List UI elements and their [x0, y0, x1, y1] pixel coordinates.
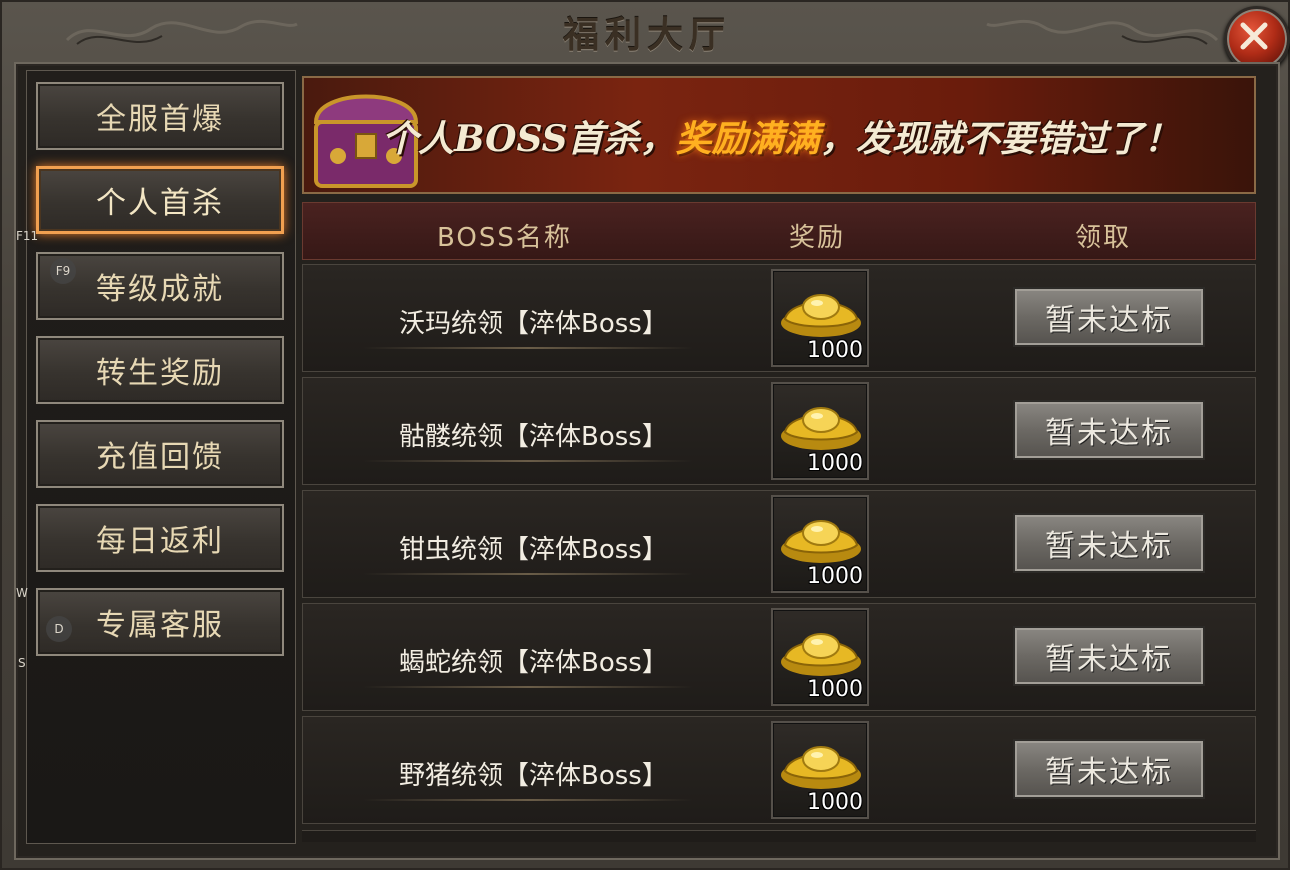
table-row: 野猪统领【淬体Boss】 1000 暂未达标: [302, 716, 1256, 824]
row-divider: [363, 686, 693, 688]
sidebar-item-recharge-rebate[interactable]: 充值回馈: [36, 420, 284, 488]
reward-slot[interactable]: 1000: [771, 721, 869, 819]
boss-name: 骷髅统领【淬体Boss】: [399, 422, 668, 452]
gold-ingot-icon: [781, 746, 861, 789]
table-row: 骷髅统领【淬体Boss】 1000 暂未达标: [302, 377, 1256, 485]
row-divider: [363, 799, 693, 801]
banner-text-highlight: 奖励满满: [675, 118, 820, 160]
table-header: BOSS名称 奖励 领取: [302, 202, 1256, 260]
sidebar-item-rebirth-reward[interactable]: 转生奖励: [36, 336, 284, 404]
reward-count: 1000: [807, 564, 863, 589]
reward-slot[interactable]: 1000: [771, 495, 869, 593]
table-row: 蝎蛇统领【淬体Boss】 1000 暂未达标: [302, 603, 1256, 711]
row-divider: [363, 347, 693, 349]
row-divider: [363, 460, 693, 462]
gold-ingot-icon: [781, 407, 861, 450]
boss-name: 野猪统领【淬体Boss】: [399, 761, 668, 791]
boss-name: 沃玛统领【淬体Boss】: [399, 309, 668, 339]
row-divider: [363, 573, 693, 575]
sidebar-item-label: 转生奖励: [96, 356, 224, 391]
banner-text-before: 个人BOSS首杀，: [382, 118, 676, 160]
header-reward: 奖励: [789, 223, 846, 253]
reward-slot[interactable]: 1000: [771, 382, 869, 480]
key-hint-f11: F11: [16, 229, 39, 243]
banner-text-after: ，发现就不要错过了！: [819, 118, 1180, 160]
key-hint-w: W: [16, 586, 28, 600]
reward-count: 1000: [807, 677, 863, 702]
sidebar-item-label: 全服首爆: [96, 102, 224, 137]
close-icon: [1240, 22, 1268, 50]
sidebar-item-personal-first-kill[interactable]: 个人首杀: [36, 166, 284, 234]
sidebar-item-customer-service[interactable]: 专属客服: [36, 588, 284, 656]
sidebar-item-label: 充值回馈: [96, 440, 224, 475]
header-claim: 领取: [1075, 223, 1132, 253]
claim-button[interactable]: 暂未达标: [1013, 739, 1205, 799]
reward-count: 1000: [807, 451, 863, 476]
sidebar-item-server-first-drop[interactable]: 全服首爆: [36, 82, 284, 150]
key-hint-f9[interactable]: F9: [50, 258, 76, 284]
table-row-partial: [302, 830, 1256, 842]
sidebar-item-label: 专属客服: [96, 608, 224, 643]
banner-headline: 个人BOSS首杀，奖励满满，发现就不要错过了！: [382, 110, 1180, 162]
reward-slot[interactable]: 1000: [771, 608, 869, 706]
boss-name: 蝎蛇统领【淬体Boss】: [399, 648, 668, 678]
reward-count: 1000: [807, 790, 863, 815]
claim-button[interactable]: 暂未达标: [1013, 513, 1205, 573]
key-hint-d[interactable]: D: [46, 616, 72, 642]
gold-ingot-icon: [781, 294, 861, 337]
gold-ingot-icon: [781, 520, 861, 563]
window-title: 福利大厅: [562, 14, 731, 56]
sidebar-item-label: 个人首杀: [96, 186, 224, 221]
sidebar-item-daily-rebate[interactable]: 每日返利: [36, 504, 284, 572]
table-row: 钳虫统领【淬体Boss】 1000 暂未达标: [302, 490, 1256, 598]
promo-banner: 个人BOSS首杀，奖励满满，发现就不要错过了！: [302, 76, 1256, 194]
sidebar-item-label: 每日返利: [96, 524, 224, 559]
claim-button[interactable]: 暂未达标: [1013, 287, 1205, 347]
header-boss-name: BOSS名称: [437, 223, 572, 253]
claim-button[interactable]: 暂未达标: [1013, 400, 1205, 460]
key-hint-s: S: [18, 656, 26, 670]
boss-reward-table: BOSS名称 奖励 领取 沃玛统领【淬体Boss】 1000 暂未达标 骷髅统领…: [302, 202, 1256, 842]
table-row: 沃玛统领【淬体Boss】 1000 暂未达标: [302, 264, 1256, 372]
reward-count: 1000: [807, 338, 863, 363]
sidebar-item-label: 等级成就: [96, 272, 224, 307]
reward-slot[interactable]: 1000: [771, 269, 869, 367]
gold-ingot-icon: [781, 633, 861, 676]
claim-button[interactable]: 暂未达标: [1013, 626, 1205, 686]
boss-name: 钳虫统领【淬体Boss】: [399, 535, 668, 565]
